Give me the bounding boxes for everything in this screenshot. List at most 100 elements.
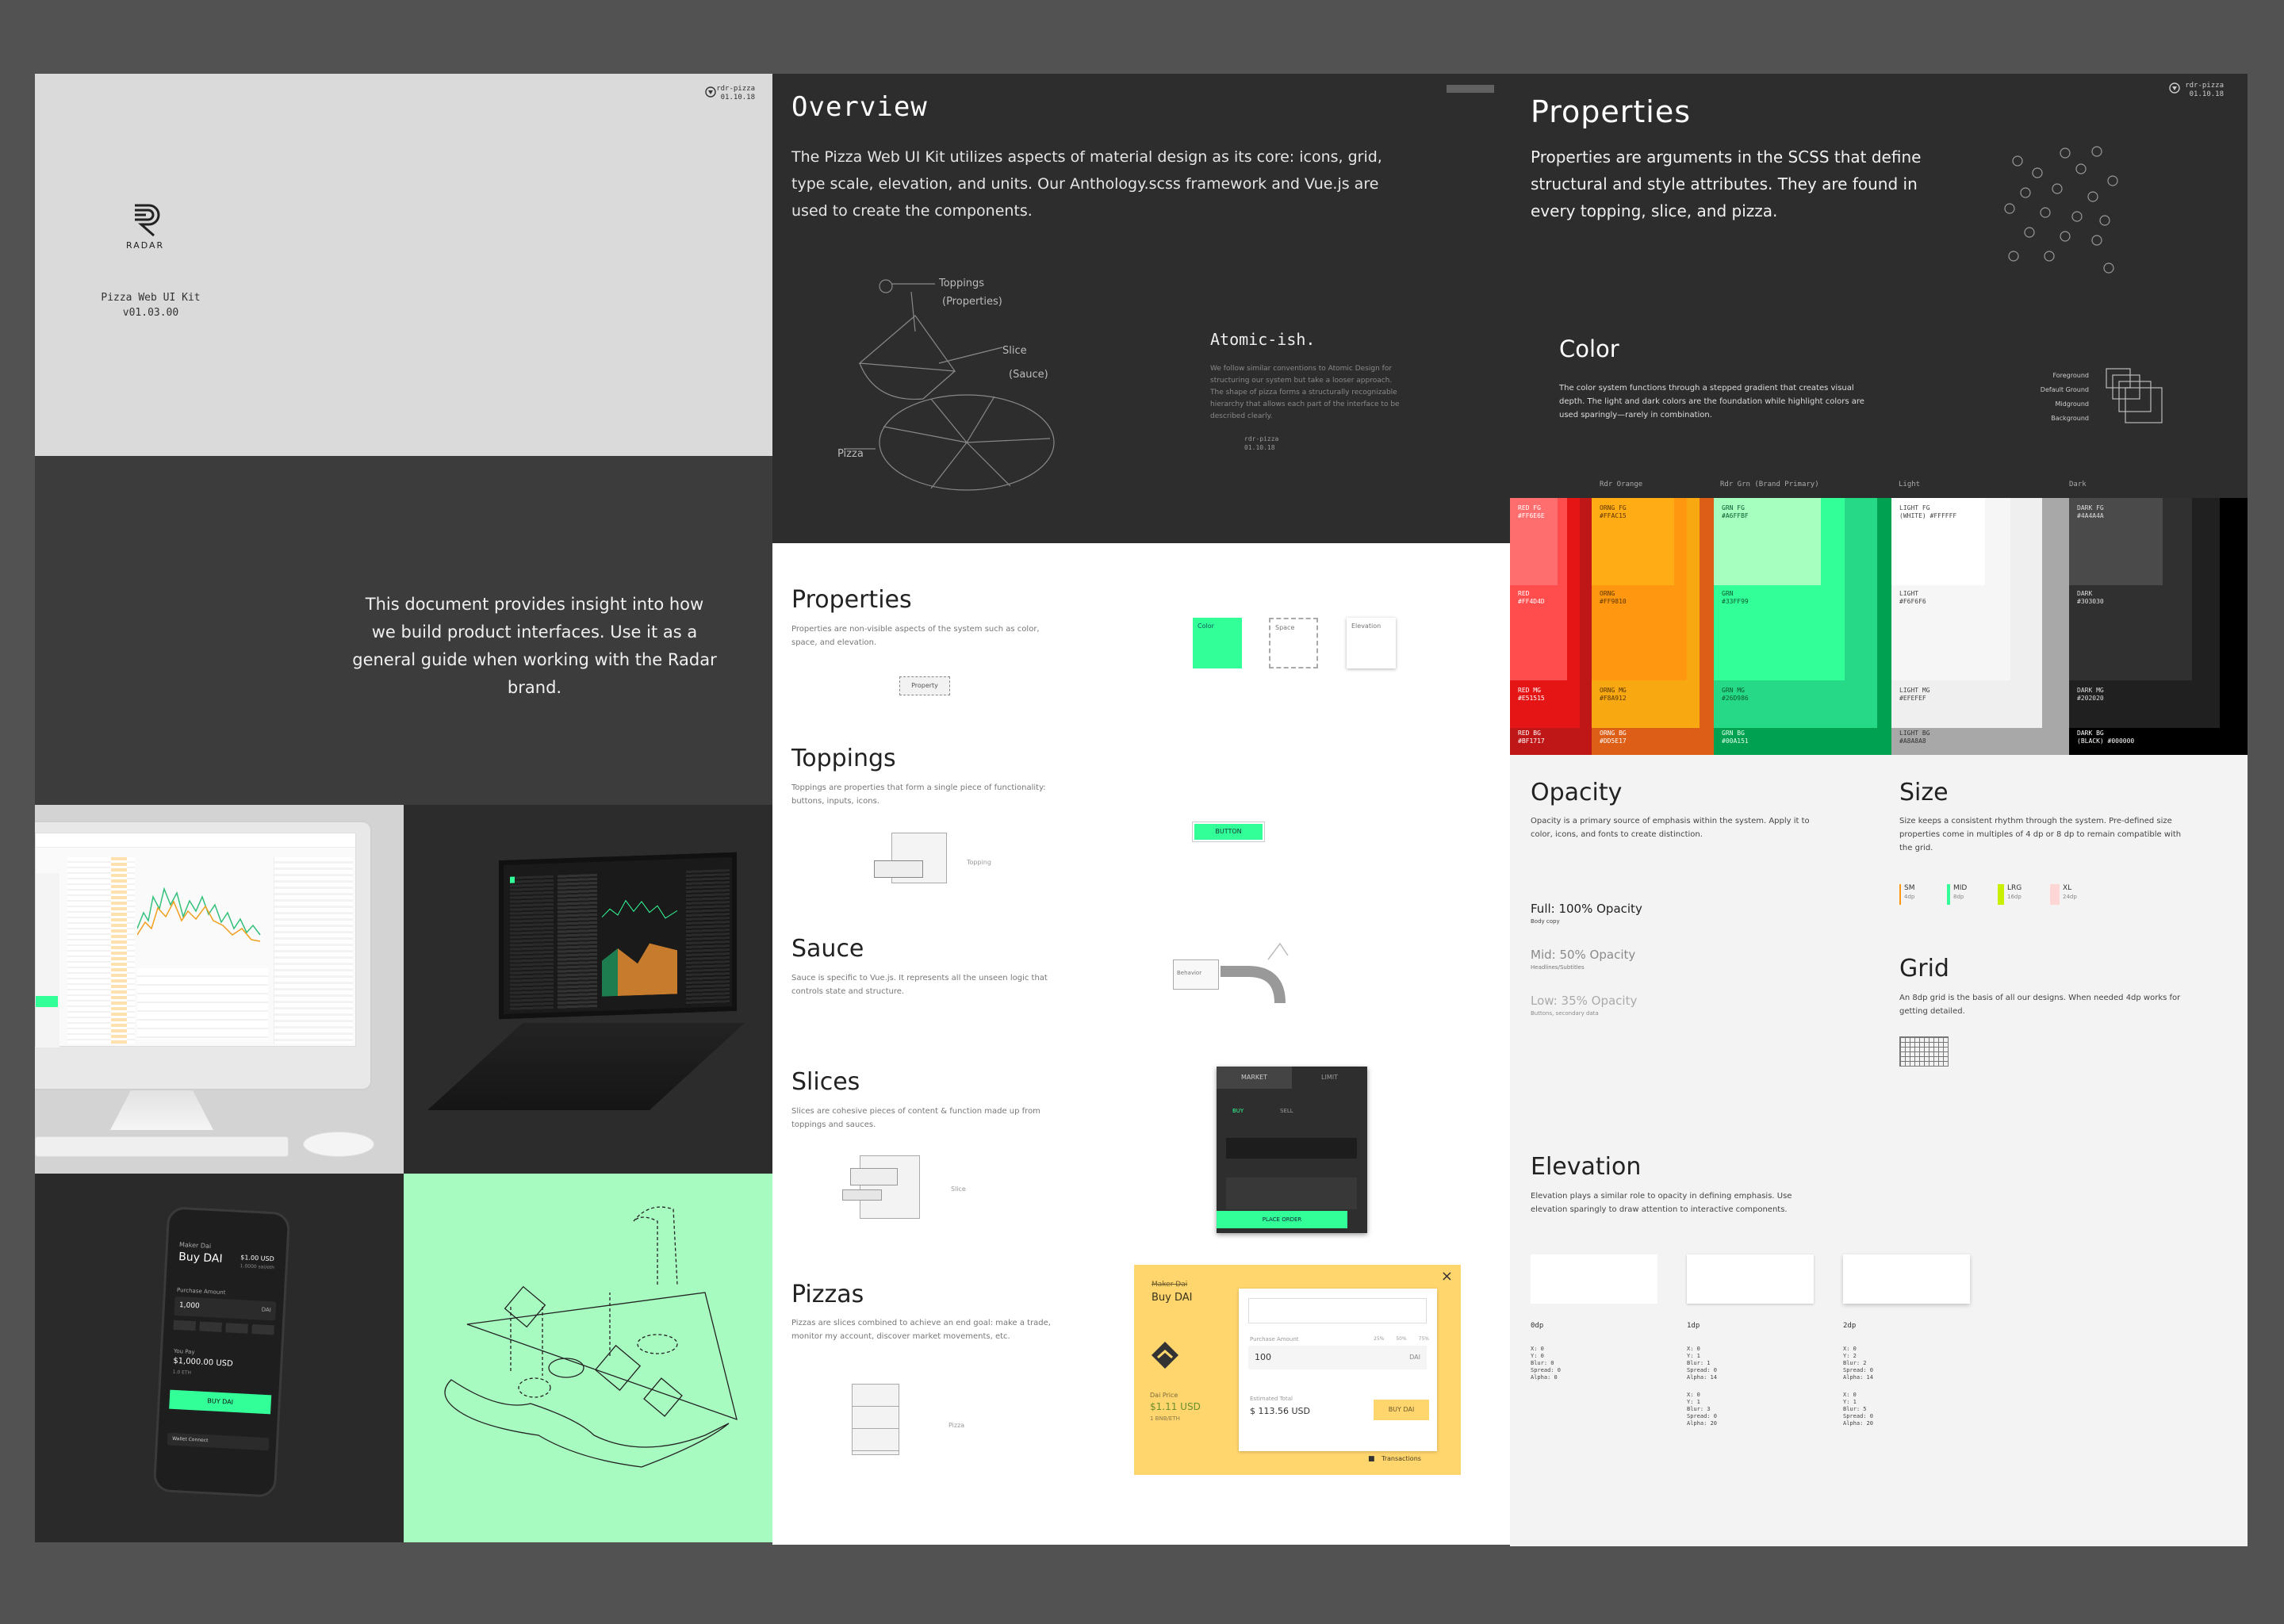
elevation-spec-0: X: 0 Y: 0 Blur: 0 Spread: 0 Alpha: 0	[1531, 1346, 1561, 1381]
section-body-properties: Properties are non-visible aspects of th…	[791, 625, 1040, 647]
cover-corner-label: rdr-pizza	[716, 85, 755, 93]
phone-total-sub: 1.0 ETH	[172, 1369, 192, 1377]
size-xl-bar	[2050, 884, 2060, 905]
size-lrg-bar	[1998, 884, 2004, 905]
layer-background: Background	[2051, 415, 2089, 422]
radar-logo-icon	[135, 204, 160, 237]
slice-tab-limit[interactable]: LIMIT	[1292, 1067, 1367, 1089]
diagram-label-slice: Slice	[1002, 345, 1027, 357]
pizza-buy-card: Maker Dai Buy DAI × Dai Price $1.11 USD …	[1134, 1265, 1461, 1475]
palette-header-orange: Rdr Orange	[1600, 481, 1643, 488]
opacity-low: Low: 35% Opacity	[1531, 994, 1638, 1008]
label-green: GRN #33FF99	[1722, 590, 1749, 605]
kit-title-block: Pizza Web UI Kit v01.03.00	[95, 290, 206, 320]
transactions-icon[interactable]: ■	[1368, 1455, 1375, 1463]
pizza-card-amount: 100	[1255, 1352, 1271, 1362]
elevation-card-0	[1531, 1254, 1657, 1304]
opacity-full: Full: 100% Opacity	[1531, 902, 1642, 916]
label-red-mg: RED MG #E51515	[1518, 687, 1545, 702]
monitor-stand	[110, 1090, 213, 1130]
logo-wordmark: RADAR	[126, 240, 165, 251]
phone-amount-unit: DAI	[261, 1306, 272, 1314]
slice-inner-a	[850, 1168, 898, 1185]
pizza-illustration-tile	[404, 1174, 772, 1542]
atomic-body: We follow similar conventions to Atomic …	[1210, 365, 1400, 420]
section-body-sauce: Sauce is specific to Vue.js. It represen…	[791, 974, 1048, 996]
properties-panel: Properties Properties are arguments in t…	[1510, 74, 2248, 498]
pizza-card-total-label: Estimated Total	[1250, 1396, 1293, 1402]
pizza-diagram	[852, 1384, 899, 1455]
laptop-mockup-tile	[404, 805, 772, 1174]
cover-panel: rdr-pizza 01.10.18 RADAR Pizza Web UI Ki…	[35, 74, 772, 456]
keyboard	[35, 1136, 289, 1157]
preset-50[interactable]: 50%	[1396, 1336, 1406, 1342]
radar-mini-icon	[705, 86, 716, 98]
topping-button[interactable]: BUTTON	[1193, 822, 1264, 841]
pizza-card-footer[interactable]: Transactions	[1382, 1455, 1421, 1462]
tokens-panel: Opacity Opacity is a primary source of e…	[1510, 755, 2248, 1546]
slice-inner-b	[842, 1189, 882, 1201]
pizza-card-price-label: Dai Price	[1150, 1392, 1178, 1399]
app-rail-active	[36, 996, 58, 1007]
phone-amount-field[interactable]: 1,000 DAI	[174, 1296, 277, 1321]
laptop-list	[510, 875, 554, 1012]
phone-buy-button[interactable]: BUY DAI	[169, 1389, 272, 1415]
elevation-title: Elevation	[1531, 1153, 1642, 1181]
elevation-spec-2b: X: 0 Y: 1 Blur: 5 Spread: 0 Alpha: 20	[1843, 1392, 1873, 1427]
diagram-label-sauce: (Sauce)	[1009, 369, 1048, 381]
pizza-card-select[interactable]	[1248, 1298, 1427, 1323]
slice-place-order-button[interactable]: PLACE ORDER	[1217, 1211, 1347, 1228]
pizza-card-form: Purchase Amount 25% 50% 75% 100 DAI Esti…	[1239, 1289, 1437, 1451]
phone-footer[interactable]: Wallet Connect	[167, 1432, 270, 1451]
opacity-full-sub: Body copy	[1531, 918, 1560, 925]
layer-foreground: Foreground	[2052, 372, 2089, 379]
label-green-mg: GRN MG #26D986	[1722, 687, 1749, 702]
palette-header-dark: Dark	[2069, 481, 2087, 488]
pizza-card-buy-button[interactable]: BUY DAI	[1374, 1400, 1429, 1420]
size-body: Size keeps a consistent rhythm through t…	[1899, 817, 2182, 852]
grid-sample-icon	[1899, 1036, 1949, 1067]
preset-25[interactable]: 25%	[1374, 1336, 1384, 1342]
phone-body: Maker Dai Buy DAI $1.00 USD 1.0000 sai/e…	[152, 1206, 291, 1498]
opacity-title: Opacity	[1531, 779, 1623, 806]
orderbook-bars	[111, 857, 127, 1044]
phone-price-sub: 1.0000 sai/eth	[240, 1263, 275, 1271]
close-icon[interactable]: ×	[1441, 1268, 1453, 1285]
laptop-base	[427, 1023, 745, 1110]
elevation-spec-1b: X: 0 Y: 1 Blur: 3 Spread: 0 Alpha: 20	[1687, 1392, 1717, 1427]
section-title-sauce: Sauce	[791, 935, 864, 963]
pizza-card-title: Buy DAI	[1152, 1292, 1193, 1304]
laptop-screen	[499, 852, 737, 1020]
preset-75[interactable]: 75%	[1419, 1336, 1429, 1342]
slice-input[interactable]	[1226, 1138, 1357, 1159]
pizza-card-amount-field[interactable]: 100 DAI	[1248, 1346, 1427, 1369]
slice-subtab-buy[interactable]: BUY	[1232, 1108, 1244, 1114]
color-body: The color system functions through a ste…	[1559, 384, 1864, 419]
mouse	[303, 1132, 374, 1157]
dots-cluster-icon	[2004, 146, 2118, 274]
opacity-mid: Mid: 50% Opacity	[1531, 948, 1636, 962]
atomic-title: Atomic-ish.	[1210, 330, 1316, 349]
hierarchy-panel: Properties Properties are non-visible as…	[772, 543, 1510, 1545]
size-sm: SM 4dp	[1904, 884, 1915, 900]
cover-corner: rdr-pizza 01.10.18	[716, 85, 755, 102]
slice-subtab-sell[interactable]: SELL	[1280, 1108, 1293, 1114]
phone-wallet: Maker Dai	[178, 1241, 212, 1251]
overview-footer-label: rdr-pizza	[1244, 435, 1279, 442]
section-title-pizzas: Pizzas	[791, 1281, 864, 1308]
opacity-low-sub: Buttons, secondary data	[1531, 1010, 1599, 1017]
slice-tab-market[interactable]: MARKET	[1217, 1067, 1292, 1089]
app-header	[36, 833, 355, 848]
open-orders	[137, 968, 268, 1040]
phone-mockup-tile: Maker Dai Buy DAI $1.00 USD 1.0000 sai/e…	[35, 1174, 404, 1542]
laptop-trades	[686, 869, 730, 1005]
intro-text: This document provides insight into how …	[352, 595, 717, 697]
phone-presets[interactable]	[173, 1320, 275, 1335]
layer-stack-icon	[2106, 368, 2163, 423]
kit-title: Pizza Web UI Kit	[101, 292, 201, 304]
phone-amount: 1,000	[178, 1301, 201, 1311]
label-orange-fg: ORNG FG #FFAC15	[1600, 504, 1627, 519]
slice-diagram	[860, 1155, 920, 1219]
pizza-tag: Pizza	[948, 1422, 965, 1429]
diagram-label-toppings: Toppings	[939, 278, 985, 289]
